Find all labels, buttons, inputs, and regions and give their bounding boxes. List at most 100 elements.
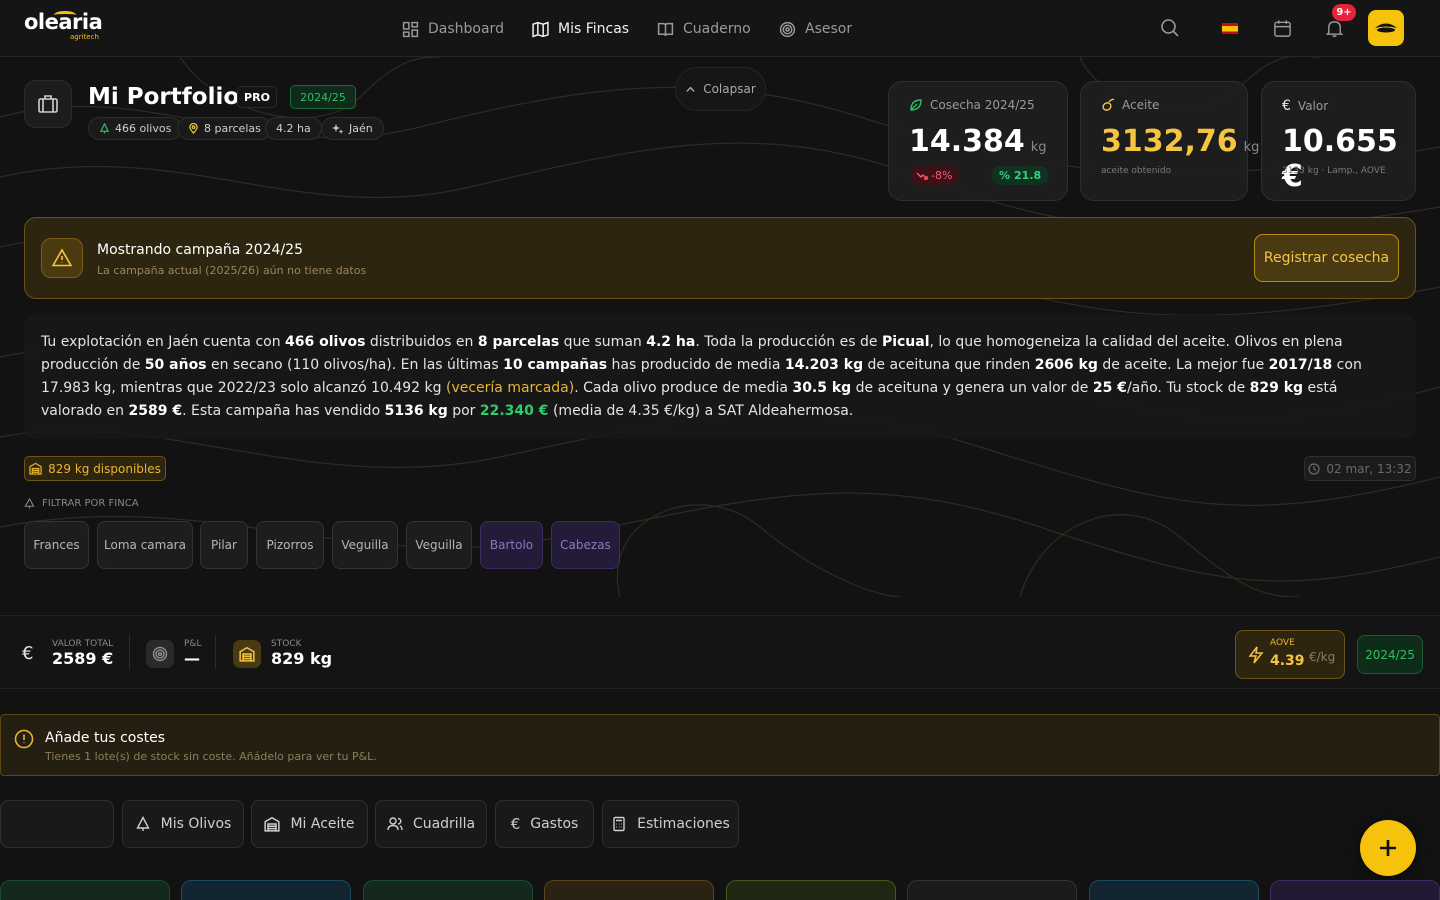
lightning-icon [1248, 646, 1264, 664]
bottom-card[interactable] [726, 880, 896, 900]
banner-title: Mostrando campaña 2024/25 [97, 242, 303, 258]
tab-mi-aceite-label: Mi Aceite [290, 816, 355, 832]
bottom-card[interactable] [544, 880, 714, 900]
tab-mi-aceite[interactable]: Mi Aceite [251, 800, 368, 848]
harvest-label-row: Cosecha 2024/25 [909, 98, 1035, 112]
collapse-button[interactable]: Colapsar [675, 67, 766, 111]
nav-asesor[interactable]: Asesor [779, 17, 852, 41]
grid-icon [402, 21, 419, 37]
map-pin-icon [189, 123, 198, 134]
calendar-icon [1273, 19, 1291, 37]
portfolio-icon-box [24, 80, 72, 128]
oil-card: Aceite 3132,76 kg aceite obtenido [1080, 81, 1259, 201]
leaf-icon [910, 99, 922, 111]
top-navigation: olearia agritech Dashboard Mis Fincas Cu… [0, 0, 1440, 57]
search-icon [1161, 19, 1179, 37]
olive-logo-icon [1375, 23, 1397, 33]
oil-label: Aceite [1122, 98, 1160, 112]
warehouse-icon [29, 462, 42, 475]
nav-cuaderno[interactable]: Cuaderno [657, 17, 751, 41]
bottom-card[interactable] [907, 880, 1077, 900]
value-sub: 3133 kg · Lamp., AOVE [1282, 166, 1386, 176]
chip-area: 4.2 ha [265, 117, 322, 140]
users-icon [387, 817, 403, 831]
nav-mis-fincas-label: Mis Fincas [558, 21, 630, 37]
add-fab-button[interactable] [1360, 820, 1416, 876]
nav-dashboard[interactable]: Dashboard [402, 17, 504, 41]
oil-sub: aceite obtenido [1101, 166, 1172, 176]
kpi-total-value: € VALOR TOTAL 2589 € [22, 639, 113, 668]
kpi-divider [215, 635, 216, 669]
bottom-card[interactable] [363, 880, 533, 900]
kpi-pnl: P&L — [146, 639, 201, 668]
aove-price-box[interactable]: AOVE 4.39 €/kg [1235, 630, 1345, 679]
farm-filter-pilar[interactable]: Pilar [200, 521, 248, 569]
warning-icon-box [41, 238, 83, 278]
kpi-season-selector[interactable]: 2024/25 [1357, 635, 1423, 674]
bottom-card[interactable] [1089, 880, 1259, 900]
kpi-stock-value: 829 kg [271, 649, 333, 668]
tab-estimaciones-label: Estimaciones [637, 816, 730, 832]
farm-filter-cabezas[interactable]: Cabezas [551, 521, 620, 569]
bottom-card[interactable] [0, 880, 170, 900]
filter-label-text: FILTRAR POR FINCA [42, 498, 139, 509]
aove-label: AOVE [1270, 638, 1295, 648]
harvest-value-row: 14.384 kg [909, 124, 1047, 159]
nav-dashboard-label: Dashboard [428, 21, 504, 37]
search-button[interactable] [1158, 16, 1182, 40]
timestamp-chip: 02 mar, 13:32 [1304, 456, 1416, 481]
chip-location-label: Jaén [349, 122, 373, 135]
oil-value-row: 3132,76 kg [1101, 124, 1259, 159]
sparkle-icon [332, 123, 344, 134]
olearia-logo[interactable]: olearia agritech [24, 10, 104, 44]
user-menu-button[interactable] [1368, 10, 1404, 46]
map-icon [532, 21, 549, 37]
farm-filter-bartolo[interactable]: Bartolo [480, 521, 543, 569]
value-card: € Valor 10.655 € 3133 kg · Lamp., AOVE [1261, 81, 1416, 201]
farm-filter-veguilla-2[interactable]: Veguilla [406, 521, 472, 569]
tab-empty[interactable] [0, 800, 114, 848]
harvest-change: -8% [931, 169, 953, 182]
register-harvest-button[interactable]: Registrar cosecha [1254, 234, 1399, 282]
harvest-change-badge: -8% [909, 166, 960, 185]
tree-icon [136, 816, 150, 831]
value-label-row: € Valor [1282, 98, 1328, 114]
tab-mis-olivos[interactable]: Mis Olivos [122, 800, 244, 848]
farm-filter-loma-camara[interactable]: Loma camara [97, 521, 193, 569]
alert-circle-icon [14, 729, 34, 749]
stock-icon-box [233, 639, 261, 668]
calendar-button[interactable] [1270, 16, 1294, 40]
tab-mis-olivos-label: Mis Olivos [160, 816, 232, 832]
logo-subtitle: agritech [70, 33, 99, 41]
farm-filter-pizorros[interactable]: Pizorros [256, 521, 324, 569]
notification-count-badge: 9+ [1332, 4, 1356, 21]
tab-estimaciones[interactable]: Estimaciones [602, 800, 739, 848]
oil-unit: kg [1243, 140, 1260, 155]
harvest-yield: 21.8 [1014, 169, 1042, 182]
filter-by-farm-label: FILTRAR POR FINCA [24, 498, 139, 509]
euro-icon: € [510, 815, 521, 833]
add-costs-notice[interactable]: Añade tus costes Tienes 1 lote(s) de sto… [0, 714, 1440, 776]
briefcase-icon [38, 95, 58, 113]
tab-cuadrilla[interactable]: Cuadrilla [375, 800, 487, 848]
nav-mis-fincas[interactable]: Mis Fincas [532, 17, 629, 41]
farm-filter-frances[interactable]: Frances [24, 521, 89, 569]
aove-value: 4.39 [1270, 653, 1305, 669]
percent-icon: % [999, 169, 1011, 182]
warning-icon [52, 248, 72, 267]
spain-flag-icon[interactable] [1222, 23, 1238, 34]
farm-filter-veguilla-1[interactable]: Veguilla [332, 521, 398, 569]
timestamp-label: 02 mar, 13:32 [1326, 461, 1412, 476]
kpi-pnl-value: — [184, 649, 200, 668]
book-icon [657, 22, 674, 36]
euro-icon: € [1282, 98, 1291, 114]
nav-cuaderno-label: Cuaderno [683, 21, 751, 37]
stock-available-chip[interactable]: 829 kg disponibles [24, 456, 166, 481]
kpi-total-value-amount: 2589 € [52, 649, 114, 668]
bottom-card[interactable] [181, 880, 351, 900]
costs-subtitle: Tienes 1 lote(s) de stock sin coste. Añá… [45, 750, 377, 763]
tab-gastos[interactable]: € Gastos [495, 800, 594, 848]
trend-down-icon [916, 172, 928, 180]
bottom-card[interactable] [1270, 880, 1440, 900]
logo-word: olearia [24, 10, 103, 34]
